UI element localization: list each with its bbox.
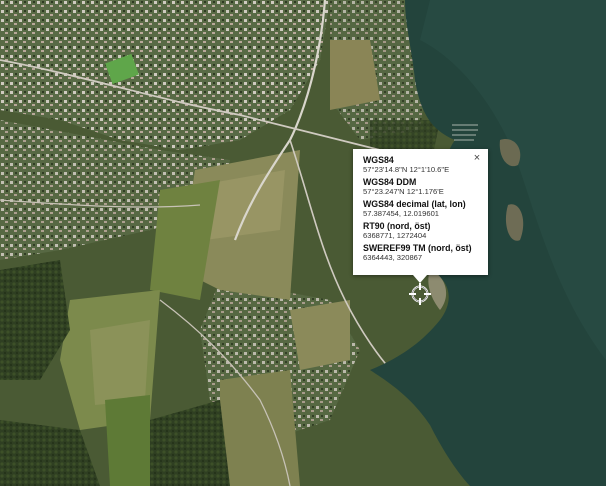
- coord-value: 57°23'14.8"N 12°1'10.6"E: [363, 165, 450, 174]
- coord-label: WGS84: [363, 155, 394, 165]
- satellite-map[interactable]: [0, 0, 606, 486]
- coord-row-sweref99: SWEREF99 TM (nord, öst) 6364443, 320867: [363, 243, 480, 262]
- coord-row-wgs84-ddm: WGS84 DDM 57°23.247'N 12°1.176'E: [363, 177, 480, 196]
- coord-value: 57.387454, 12.019601: [363, 209, 440, 218]
- coord-row-wgs84-decimal: WGS84 decimal (lat, lon) 57.387454, 12.0…: [363, 199, 480, 218]
- farm-field: [90, 320, 150, 405]
- coordinate-popup: × WGS84 57°23'14.8"N 12°1'10.6"E WGS84 D…: [353, 149, 488, 283]
- coord-row-wgs84: WGS84 57°23'14.8"N 12°1'10.6"E: [363, 155, 480, 174]
- coord-row-rt90: RT90 (nord, öst) 6368771, 1272404: [363, 221, 480, 240]
- coord-value: 57°23.247'N 12°1.176'E: [363, 187, 444, 196]
- farm-field: [290, 300, 350, 370]
- coord-label: RT90 (nord, öst): [363, 221, 431, 231]
- coord-value: 6368771, 1272404: [363, 231, 427, 240]
- coord-label: SWEREF99 TM (nord, öst): [363, 243, 472, 253]
- farm-field: [220, 370, 300, 486]
- coord-value: 6364443, 320867: [363, 253, 423, 262]
- green-field: [105, 395, 150, 486]
- coord-label: WGS84 decimal (lat, lon): [363, 199, 466, 209]
- crosshair-target-icon[interactable]: [409, 283, 431, 305]
- coord-label: WGS84 DDM: [363, 177, 417, 187]
- close-icon[interactable]: ×: [472, 153, 482, 164]
